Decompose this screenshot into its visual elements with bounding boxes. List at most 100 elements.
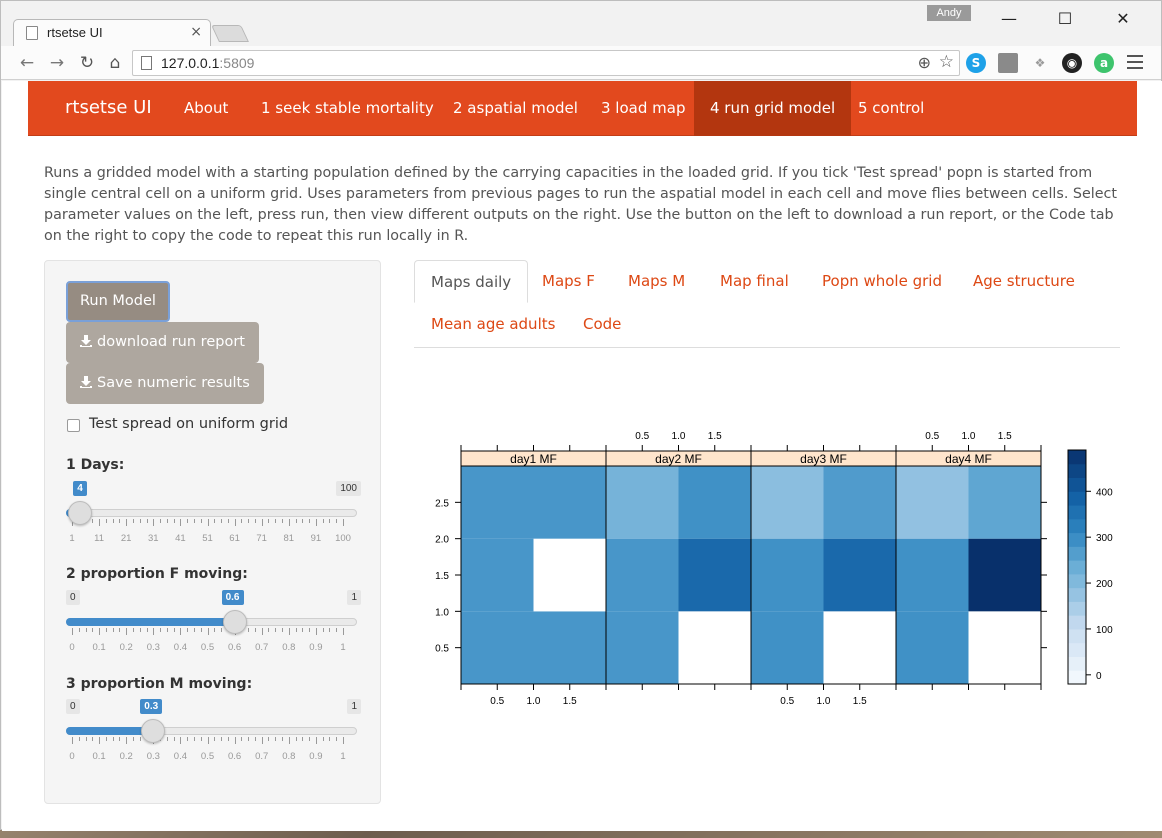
- slider-tick: [146, 519, 148, 523]
- image-extension-icon[interactable]: [998, 53, 1018, 73]
- grammarly-icon[interactable]: a: [1094, 53, 1114, 73]
- slider-tick-label: 41: [175, 533, 186, 544]
- nav-run-grid-model[interactable]: 4 run grid model: [694, 81, 852, 136]
- slider-tick: [282, 519, 284, 523]
- y-tick-label: 2.0: [435, 535, 449, 546]
- nav-seek-stable-mortality[interactable]: 1 seek stable mortality: [245, 81, 450, 136]
- maximize-icon[interactable]: ☐: [1053, 9, 1077, 29]
- slider-tick-label: 0.6: [227, 642, 242, 653]
- slider-tick: [275, 519, 277, 523]
- save-results-button[interactable]: Save numeric results: [66, 363, 264, 404]
- tab-age-structure[interactable]: Age structure: [957, 260, 1091, 303]
- slider-tick-label: 0.7: [255, 642, 269, 653]
- slider-tick: [322, 519, 324, 523]
- new-tab-button[interactable]: [211, 25, 249, 42]
- tab-strip: rtsetse UI × Andy — ☐ ✕: [1, 1, 1161, 46]
- tab-maps-daily[interactable]: Maps daily: [414, 260, 529, 303]
- slider-tick: [329, 628, 331, 632]
- home-icon[interactable]: ⌂: [104, 52, 126, 74]
- nav-about[interactable]: About: [168, 81, 244, 136]
- tab-maps-m[interactable]: Maps M: [612, 260, 701, 303]
- nav-aspatial-model[interactable]: 2 aspatial model: [437, 81, 594, 136]
- slider-tick: [309, 628, 311, 632]
- nav-control[interactable]: 5 control: [842, 81, 940, 136]
- forward-icon[interactable]: →: [46, 52, 68, 74]
- slider-tick: [105, 628, 107, 632]
- slider-tick: [214, 737, 216, 741]
- nav-load-map[interactable]: 3 load map: [585, 81, 701, 136]
- minimize-icon[interactable]: —: [997, 9, 1021, 29]
- slider-tick: [227, 519, 229, 523]
- intro-text: Runs a gridded model with a starting pop…: [44, 165, 1118, 244]
- slider-tick-label: 0.3: [146, 751, 160, 762]
- bookmark-star-icon[interactable]: ☆: [939, 52, 954, 72]
- slider-tick: [160, 519, 162, 523]
- slider-tick-label: 0.4: [173, 751, 187, 762]
- zoom-icon[interactable]: ⊕: [918, 53, 931, 72]
- slider-tick-label: 71: [256, 533, 267, 544]
- menu-icon[interactable]: [1127, 55, 1143, 69]
- slider-track[interactable]: [66, 509, 357, 517]
- slider-tick-label: 31: [148, 533, 159, 544]
- heatmap-cell: [461, 611, 534, 684]
- slider-tick: [295, 628, 297, 632]
- x-tick-label-top: 0.5: [635, 431, 649, 442]
- browser-toolbar: ← → ↻ ⌂ 127.0.0.1:5809 ⊕ ☆ S ❖ ◉ a: [1, 46, 1161, 80]
- slider-tick: [302, 737, 304, 741]
- colorbar-swatch: [1068, 628, 1086, 644]
- slider-tick-label: 51: [202, 533, 213, 544]
- profile-badge[interactable]: Andy: [927, 5, 971, 21]
- download-icon: [80, 323, 92, 347]
- browser-tab[interactable]: rtsetse UI ×: [13, 19, 211, 46]
- url-text: 127.0.0.1:5809: [161, 55, 255, 71]
- back-icon[interactable]: ←: [16, 52, 38, 74]
- slider-tick: [146, 628, 148, 632]
- slider-handle[interactable]: [222, 610, 247, 634]
- heatmap-cell: [751, 611, 824, 684]
- slider-tick: [132, 519, 134, 523]
- slider-tick: [315, 628, 317, 635]
- tab-code[interactable]: Code: [567, 303, 637, 346]
- slider-tick: [248, 737, 250, 741]
- slider-tick: [268, 737, 270, 741]
- download-report-button[interactable]: download run report: [66, 322, 259, 363]
- colorpicker-icon[interactable]: ◉: [1062, 53, 1082, 73]
- dropbox-icon[interactable]: ❖: [1030, 53, 1050, 73]
- navbar-brand[interactable]: rtsetse UI: [65, 97, 152, 118]
- tab-map-final[interactable]: Map final: [704, 260, 805, 303]
- run-model-button[interactable]: Run Model: [66, 281, 170, 322]
- download-icon: [80, 364, 92, 388]
- heatmap-cell: [533, 538, 606, 612]
- slider-tick-label: 0: [69, 642, 75, 653]
- slider-tick: [221, 737, 223, 741]
- slider-tick-label: 0.3: [146, 642, 160, 653]
- slider-tick: [329, 737, 331, 741]
- days-slider[interactable]: 111213141516171819110011004: [66, 463, 361, 544]
- panel-strip-label: day2 MF: [655, 452, 702, 466]
- slider-tick: [254, 519, 256, 523]
- close-tab-icon[interactable]: ×: [190, 24, 202, 40]
- tab-maps-f[interactable]: Maps F: [526, 260, 611, 303]
- y-tick-label: 0.5: [435, 644, 449, 655]
- f-moving-slider[interactable]: 0 0.1 0.2 0.3 0.4 0.5 0.6 0.7 0.8 0.9 1 0 1 0.6: [66, 572, 361, 653]
- skype-icon[interactable]: S: [966, 53, 986, 73]
- address-bar[interactable]: 127.0.0.1:5809 ⊕ ☆: [132, 50, 960, 76]
- slider-tick: [187, 737, 189, 741]
- slider-tick: [214, 519, 216, 523]
- slider-tick: [187, 519, 189, 523]
- browser-tab-title: rtsetse UI: [47, 25, 103, 40]
- test-spread-checkbox[interactable]: [67, 419, 80, 432]
- colorbar-swatch: [1068, 532, 1086, 547]
- slider-tick: [112, 519, 114, 523]
- tab-mean-age-adults[interactable]: Mean age adults: [415, 303, 571, 346]
- m-moving-slider[interactable]: 0 0.1 0.2 0.3 0.4 0.5 0.6 0.7 0.8 0.9 1 0 1 0.3: [66, 681, 361, 762]
- x-tick-label: 1.0: [527, 696, 541, 707]
- slider-tick: [99, 519, 101, 526]
- slider-tick: [193, 628, 195, 632]
- tab-popn-whole-grid[interactable]: Popn whole grid: [806, 260, 958, 303]
- slider-tick: [153, 519, 155, 526]
- heatmap-cell: [896, 611, 969, 684]
- window-close-icon[interactable]: ✕: [1111, 9, 1135, 29]
- slider-tick: [112, 737, 114, 741]
- reload-icon[interactable]: ↻: [76, 52, 98, 74]
